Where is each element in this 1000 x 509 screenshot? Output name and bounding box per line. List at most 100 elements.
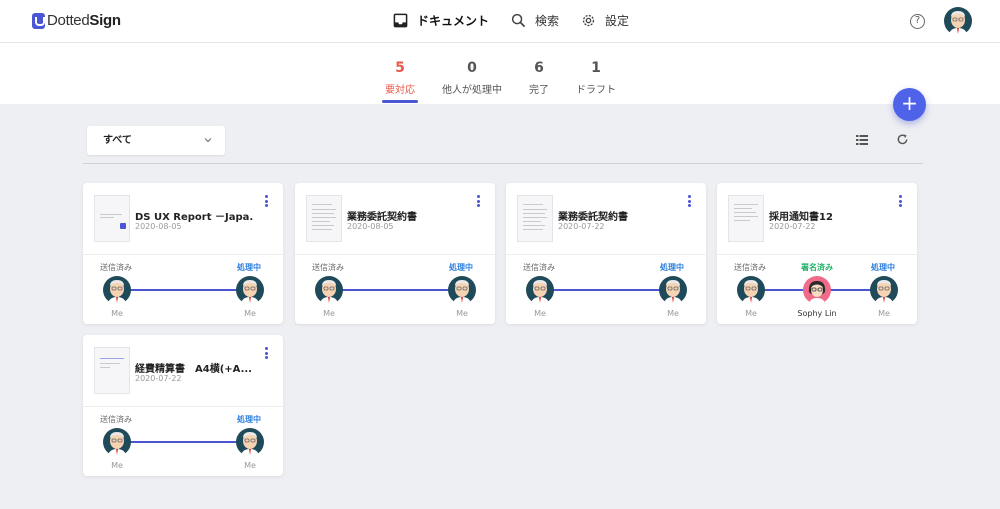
document-title: 採用通知書12 xyxy=(769,212,833,223)
step-status: 送信済み xyxy=(523,263,555,272)
more-options-icon[interactable] xyxy=(688,195,692,209)
list-view-icon[interactable] xyxy=(856,134,868,146)
step-status: 処理中 xyxy=(237,415,261,424)
step-signer: Me xyxy=(745,309,757,318)
document-date: 2020-07-22 xyxy=(769,222,816,231)
chevron-down-icon xyxy=(204,138,212,143)
step-status: 処理中 xyxy=(871,263,895,272)
card-divider xyxy=(506,254,706,255)
document-thumbnail xyxy=(94,347,130,394)
avatar xyxy=(103,428,131,456)
nav-item-label: 設定 xyxy=(605,14,630,28)
document-card[interactable]: DS UX Report －Japa... 2020-08-05 送信済み 処理… xyxy=(83,183,283,324)
tab-label: ドラフト xyxy=(576,85,616,96)
document-date: 2020-07-22 xyxy=(135,374,182,383)
step-status: 処理中 xyxy=(660,263,684,272)
top-navigation-bar: DottedSign ドキュメント 検索 設定 ? xyxy=(0,0,1000,43)
card-divider xyxy=(295,254,495,255)
document-thumbnail xyxy=(306,195,342,242)
tab-others-processing[interactable]: 0 他人が処理中 xyxy=(438,60,506,96)
document-date: 2020-08-05 xyxy=(135,222,182,231)
avatar xyxy=(315,276,343,304)
filter-selected-value: すべて xyxy=(103,135,132,146)
document-title: 経費精算書 A4横(+A... xyxy=(135,364,252,375)
workflow-line xyxy=(129,441,237,443)
card-divider xyxy=(83,254,283,255)
app-logo[interactable]: DottedSign xyxy=(32,12,121,29)
toolbar-divider xyxy=(83,163,923,164)
document-card[interactable]: 採用通知書12 2020-07-22 送信済み 署名済み 処理中 Me Soph… xyxy=(717,183,917,324)
step-status: 送信済み xyxy=(100,263,132,272)
help-icon[interactable]: ? xyxy=(910,14,925,29)
document-card[interactable]: 業務委託契約書 2020-08-05 送信済み 処理中 Me Me xyxy=(295,183,495,324)
step-signer: Me xyxy=(878,309,890,318)
step-signer: Me xyxy=(111,309,123,318)
nav-item-label: 検索 xyxy=(535,14,560,28)
more-options-icon[interactable] xyxy=(265,347,269,361)
add-document-button[interactable]: + xyxy=(893,88,926,121)
card-divider xyxy=(83,406,283,407)
nav-item-documents[interactable]: ドキュメント xyxy=(393,12,489,29)
tab-count: 0 xyxy=(467,60,477,76)
document-title: 業務委託契約書 xyxy=(558,212,628,223)
avatar xyxy=(526,276,554,304)
tab-label: 完了 xyxy=(529,85,549,96)
avatar xyxy=(659,276,687,304)
workflow-line xyxy=(129,289,237,291)
user-avatar[interactable] xyxy=(944,7,972,35)
gear-icon xyxy=(582,14,595,27)
tab-action-required[interactable]: 5 要対応 xyxy=(382,60,418,96)
more-options-icon[interactable] xyxy=(265,195,269,209)
avatar xyxy=(448,276,476,304)
step-signer: Me xyxy=(667,309,679,318)
step-status: 署名済み xyxy=(801,263,833,272)
document-title: 業務委託契約書 xyxy=(347,212,417,223)
tab-drafts[interactable]: 1 ドラフト xyxy=(574,60,618,96)
step-signer: Me xyxy=(456,309,468,318)
step-signer: Me xyxy=(534,309,546,318)
document-card[interactable]: 業務委託契約書 2020-07-22 送信済み 処理中 Me Me xyxy=(506,183,706,324)
status-tabs: 5 要対応 0 他人が処理中 6 完了 1 ドラフト xyxy=(0,43,1000,104)
tab-label: 他人が処理中 xyxy=(442,85,502,96)
more-options-icon[interactable] xyxy=(899,195,903,209)
step-status: 処理中 xyxy=(237,263,261,272)
avatar xyxy=(803,276,831,304)
tab-count: 1 xyxy=(591,60,601,76)
search-icon xyxy=(511,13,526,28)
document-date: 2020-08-05 xyxy=(347,222,394,231)
step-status: 送信済み xyxy=(312,263,344,272)
nav-item-settings[interactable]: 設定 xyxy=(581,12,629,29)
main-nav: ドキュメント 検索 設定 xyxy=(393,12,651,29)
document-card[interactable]: 経費精算書 A4横(+A... 2020-07-22 送信済み 処理中 Me M… xyxy=(83,335,283,476)
step-signer: Me xyxy=(323,309,335,318)
avatar xyxy=(236,276,264,304)
more-options-icon[interactable] xyxy=(477,195,481,209)
step-signer: Me xyxy=(244,309,256,318)
step-signer: Me xyxy=(111,461,123,470)
document-thumbnail xyxy=(517,195,553,242)
avatar xyxy=(737,276,765,304)
tab-completed[interactable]: 6 完了 xyxy=(524,60,554,96)
avatar xyxy=(103,276,131,304)
document-thumbnail xyxy=(728,195,764,242)
document-title: DS UX Report －Japa... xyxy=(135,212,253,223)
nav-item-label: ドキュメント xyxy=(417,14,490,28)
document-date: 2020-07-22 xyxy=(558,222,605,231)
avatar xyxy=(870,276,898,304)
step-status: 送信済み xyxy=(734,263,766,272)
refresh-icon[interactable] xyxy=(896,133,909,146)
step-status: 送信済み xyxy=(100,415,132,424)
step-signer: Me xyxy=(244,461,256,470)
nav-item-search[interactable]: 検索 xyxy=(511,12,559,29)
active-tab-indicator xyxy=(382,100,418,103)
logo-text: DottedSign xyxy=(47,12,121,29)
tab-count: 5 xyxy=(395,60,405,76)
document-thumbnail xyxy=(94,195,130,242)
step-signer: Sophy Lin xyxy=(797,309,837,318)
filter-select[interactable]: すべて xyxy=(87,126,225,155)
avatar xyxy=(236,428,264,456)
tab-label: 要対応 xyxy=(385,85,415,96)
workflow-line xyxy=(552,289,660,291)
card-divider xyxy=(717,254,917,255)
workflow-line xyxy=(341,289,449,291)
